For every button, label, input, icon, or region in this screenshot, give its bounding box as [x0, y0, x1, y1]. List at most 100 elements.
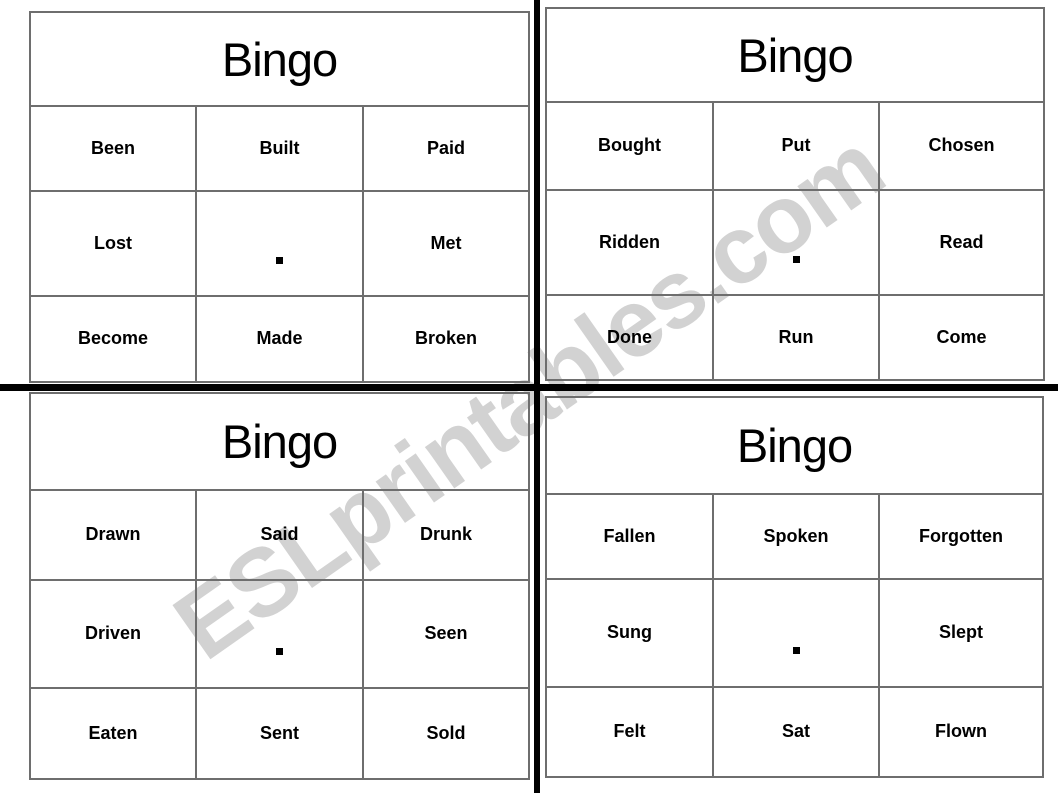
bingo-row: Sung Slept — [547, 580, 1042, 688]
free-space-square-icon — [276, 257, 283, 264]
bingo-cell-label: Sent — [259, 722, 299, 743]
bingo-cell[interactable]: Fallen — [547, 495, 714, 578]
bingo-cell[interactable]: Paid — [364, 107, 528, 190]
bingo-cell[interactable]: Met — [364, 192, 528, 295]
card-title: Bingo — [221, 415, 338, 468]
bingo-cell[interactable]: Chosen — [880, 103, 1043, 189]
bingo-cell-label: Chosen — [928, 135, 995, 156]
card-title: Bingo — [221, 32, 338, 86]
bingo-grid: Been Built Paid Lost Met Become Made Bro… — [31, 107, 528, 381]
bingo-cell[interactable]: Sat — [714, 688, 880, 776]
bingo-cell-label: Put — [781, 135, 811, 156]
card-title-row: Bingo — [547, 9, 1043, 103]
card-title-row: Bingo — [31, 13, 528, 107]
bingo-cell[interactable]: Said — [197, 491, 364, 579]
bingo-cell[interactable]: Done — [547, 296, 714, 379]
card-title-row: Bingo — [547, 398, 1042, 495]
bingo-cell[interactable]: Made — [197, 297, 364, 381]
bingo-free-cell[interactable] — [714, 580, 880, 686]
free-space-square-icon — [792, 646, 800, 654]
bingo-cell-label: Felt — [613, 721, 646, 742]
bingo-cell-label: Slept — [938, 622, 983, 643]
bingo-cell-label: Become — [77, 328, 149, 349]
bingo-cell-label: Driven — [84, 623, 142, 644]
bingo-free-cell[interactable] — [197, 192, 364, 295]
bingo-cell-label: Met — [430, 232, 462, 253]
bingo-row: Become Made Broken — [31, 297, 528, 381]
bingo-cell[interactable]: Sung — [547, 580, 714, 686]
card-title: Bingo — [736, 419, 853, 472]
cut-line-horizontal — [0, 384, 1058, 391]
bingo-cell[interactable]: Come — [880, 296, 1043, 379]
worksheet-page: ESLprintables.com Bingo Been Built Paid … — [0, 0, 1058, 793]
bingo-cell-label: Drawn — [85, 524, 141, 545]
bingo-card-1: Bingo Been Built Paid Lost Met Become Ma… — [29, 11, 530, 383]
bingo-row: Eaten Sent Sold — [31, 689, 528, 778]
bingo-row: Lost Met — [31, 192, 528, 297]
bingo-cell[interactable]: Sent — [197, 689, 364, 778]
bingo-cell-label: Run — [778, 326, 814, 347]
bingo-row: Bought Put Chosen — [547, 103, 1043, 191]
bingo-cell[interactable]: Bought — [547, 103, 714, 189]
bingo-row: Felt Sat Flown — [547, 688, 1042, 776]
bingo-row: Ridden Read — [547, 191, 1043, 296]
bingo-cell-label: Said — [260, 524, 299, 545]
bingo-cell[interactable]: Drunk — [364, 491, 528, 579]
bingo-cell-label: Drunk — [419, 524, 472, 545]
cut-line-vertical — [534, 0, 540, 793]
bingo-card-2: Bingo Bought Put Chosen Ridden Read Done… — [545, 7, 1045, 381]
free-space-square-icon — [276, 647, 283, 655]
bingo-cell-label: Seen — [424, 623, 468, 644]
bingo-cell-label: Built — [259, 137, 300, 158]
bingo-cell-label: Sold — [426, 722, 466, 743]
bingo-cell-label: Sat — [781, 721, 810, 742]
card-title-row: Bingo — [31, 394, 528, 491]
bingo-cell-label: Paid — [426, 137, 465, 158]
bingo-row: Drawn Said Drunk — [31, 491, 528, 581]
bingo-cell-label: Been — [90, 137, 135, 158]
bingo-cell[interactable]: Seen — [364, 581, 528, 687]
bingo-cell[interactable]: Eaten — [31, 689, 197, 778]
bingo-cell-label: Done — [607, 326, 652, 347]
bingo-card-3: Bingo Drawn Said Drunk Driven Seen Eaten… — [29, 392, 530, 780]
bingo-grid: Bought Put Chosen Ridden Read Done Run C… — [547, 103, 1043, 379]
bingo-cell[interactable]: Felt — [547, 688, 714, 776]
bingo-cell[interactable]: Lost — [31, 192, 197, 295]
bingo-cell[interactable]: Run — [714, 296, 880, 379]
bingo-cell-label: Sung — [607, 622, 652, 643]
bingo-cell-label: Forgotten — [919, 525, 1003, 546]
bingo-cell[interactable]: Built — [197, 107, 364, 190]
bingo-cell[interactable]: Read — [880, 191, 1043, 294]
bingo-cell[interactable]: Drawn — [31, 491, 197, 579]
bingo-cell-label: Spoken — [763, 525, 829, 546]
bingo-cell-label: Made — [256, 328, 303, 349]
bingo-cell[interactable]: Put — [714, 103, 880, 189]
bingo-cell[interactable]: Spoken — [714, 495, 880, 578]
bingo-row: Fallen Spoken Forgotten — [547, 495, 1042, 580]
bingo-cell[interactable]: Driven — [31, 581, 197, 687]
bingo-grid: Fallen Spoken Forgotten Sung Slept Felt … — [547, 495, 1042, 776]
bingo-cell-label: Lost — [94, 232, 132, 253]
bingo-row: Driven Seen — [31, 581, 528, 689]
bingo-card-4: Bingo Fallen Spoken Forgotten Sung Slept… — [545, 396, 1044, 778]
bingo-cell[interactable]: Become — [31, 297, 197, 381]
bingo-row: Been Built Paid — [31, 107, 528, 192]
card-title: Bingo — [737, 28, 853, 82]
bingo-cell-label: Eaten — [88, 722, 138, 743]
bingo-grid: Drawn Said Drunk Driven Seen Eaten Sent … — [31, 491, 528, 778]
bingo-free-cell[interactable] — [714, 191, 880, 294]
bingo-cell[interactable]: Broken — [364, 297, 528, 381]
bingo-cell[interactable]: Ridden — [547, 191, 714, 294]
bingo-cell[interactable]: Been — [31, 107, 197, 190]
bingo-cell-label: Flown — [935, 721, 987, 742]
bingo-cell[interactable]: Slept — [880, 580, 1042, 686]
bingo-cell[interactable]: Flown — [880, 688, 1042, 776]
bingo-row: Done Run Come — [547, 296, 1043, 379]
bingo-cell-label: Come — [936, 326, 987, 347]
bingo-cell-label: Fallen — [603, 525, 656, 546]
bingo-cell-label: Broken — [414, 328, 477, 349]
bingo-cell[interactable]: Sold — [364, 689, 528, 778]
bingo-cell-label: Read — [939, 231, 984, 252]
bingo-free-cell[interactable] — [197, 581, 364, 687]
bingo-cell[interactable]: Forgotten — [880, 495, 1042, 578]
